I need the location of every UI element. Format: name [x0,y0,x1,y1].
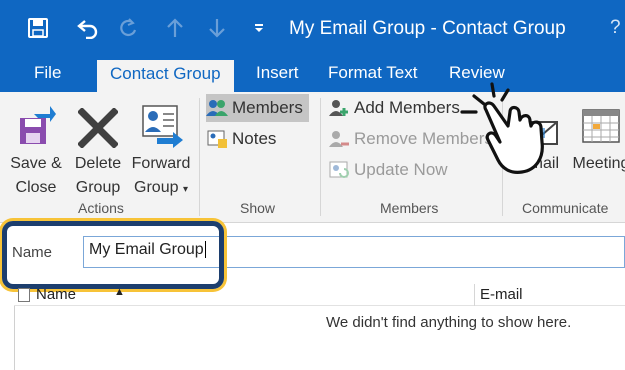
forward-group-button[interactable]: Forward Group ▾ [128,98,194,202]
members-icon [206,97,228,119]
tab-contact-group[interactable]: Contact Group [97,60,234,92]
ribbon-separator [199,98,200,216]
members-view-label: Members [232,98,303,117]
tab-format-text[interactable]: Format Text [328,58,417,92]
save-icon[interactable] [26,14,50,42]
delete-icon [70,98,126,148]
group-label-members: Members [380,200,439,216]
highlight-callout [2,221,224,289]
members-list: We didn't find anything to show here. [14,306,625,370]
column-separator [474,284,475,306]
forward-group-icon [128,98,194,148]
add-members-label: Add Members [354,98,460,117]
notes-view-button[interactable]: Notes [206,125,276,153]
empty-list-message: We didn't find anything to show here. [326,314,572,331]
save-close-icon [5,98,67,148]
forward-label-2: Group ▾ [134,179,188,196]
window-title: My Email Group - Contact Group [289,18,566,39]
tab-insert[interactable]: Insert [256,58,299,92]
undo-icon[interactable] [76,14,100,42]
meeting-label: Meeting [572,155,625,172]
redo-icon[interactable] [116,14,140,42]
update-now-label: Update Now [354,160,448,179]
save-close-button[interactable]: Save & Close [5,98,67,200]
delete-group-button[interactable]: Delete Group [70,98,126,200]
group-label-show: Show [240,200,276,216]
notes-view-label: Notes [232,129,277,148]
ribbon-separator [320,98,321,216]
calendar-icon [566,98,625,148]
save-close-label-2: Close [15,179,57,196]
group-label-actions: Actions [78,200,124,216]
customize-qat-icon[interactable] [247,14,271,42]
remove-member-icon [328,128,350,150]
select-all-checkbox[interactable] [18,288,30,302]
meeting-button[interactable]: Meeting [566,98,625,176]
delete-label-2: Group [75,179,121,196]
update-now-button[interactable]: Update Now [328,156,448,184]
column-header-email[interactable]: E-mail [480,286,523,303]
add-members-button[interactable]: Add Members [328,94,460,122]
group-label-communicate: Communicate [522,200,609,216]
members-view-button[interactable]: Members [206,94,309,122]
sort-ascending-icon: ▲ [114,286,125,298]
tab-file[interactable]: File [34,58,61,92]
column-header-name[interactable]: Name [36,286,76,303]
help-button[interactable]: ? [610,17,621,39]
forward-label-1: Forward [131,155,191,172]
members-list-header: Name ▲ E-mail [14,284,625,306]
up-arrow-icon[interactable] [163,14,187,42]
notes-icon [206,128,228,150]
update-icon [328,159,350,181]
pointing-hand-icon [460,82,544,174]
add-member-icon [328,97,350,119]
save-close-label-1: Save & [10,155,62,172]
delete-label-1: Delete [74,155,122,172]
down-arrow-icon[interactable] [205,14,229,42]
title-bar: My Email Group - Contact Group ? [0,0,625,58]
